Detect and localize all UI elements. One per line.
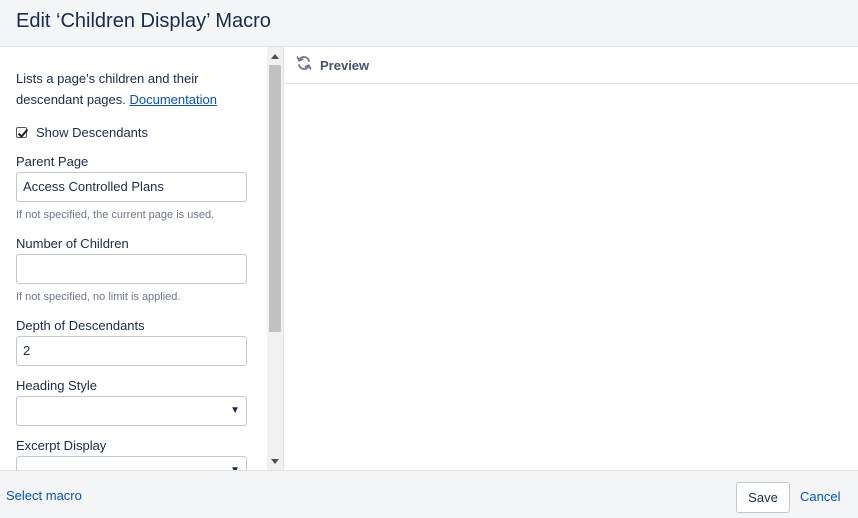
parent-page-label: Parent Page	[16, 154, 89, 169]
documentation-link[interactable]: Documentation	[130, 92, 217, 107]
check-icon	[17, 128, 29, 138]
depth-of-descendants-label: Depth of Descendants	[16, 318, 145, 333]
number-of-children-label: Number of Children	[16, 236, 129, 251]
preview-toolbar[interactable]: Preview	[285, 47, 858, 84]
dialog-footer: Select macro Save Cancel	[0, 470, 858, 518]
macro-parameters-panel: Lists a page's children and their descen…	[0, 47, 284, 470]
scroll-up-arrow-icon[interactable]	[267, 49, 283, 63]
scroll-down-arrow-icon[interactable]	[267, 454, 283, 468]
macro-description: Lists a page's children and their descen…	[16, 68, 256, 110]
parent-page-input[interactable]: Access Controlled Plans	[16, 172, 247, 202]
parameters-scrollbar[interactable]	[267, 47, 283, 470]
show-descendants-checkbox[interactable]	[16, 126, 29, 138]
select-macro-link[interactable]: Select macro	[6, 488, 82, 503]
number-of-children-hint: If not specified, no limit is applied.	[16, 291, 181, 303]
refresh-icon[interactable]	[296, 55, 312, 76]
heading-style-select[interactable]: ▼	[16, 396, 247, 426]
parent-page-hint: If not specified, the current page is us…	[16, 209, 215, 221]
show-descendants-label: Show Descendants	[36, 124, 149, 140]
excerpt-display-label: Excerpt Display	[16, 438, 107, 453]
excerpt-display-select[interactable]: ▼	[16, 456, 247, 470]
scrollbar-thumb[interactable]	[269, 65, 281, 332]
dropdown-arrow-icon: ▼	[230, 457, 240, 470]
dropdown-arrow-icon: ▼	[230, 405, 240, 416]
show-descendants-row[interactable]: Show Descendants	[16, 123, 148, 141]
number-of-children-input[interactable]	[16, 254, 247, 284]
heading-style-label: Heading Style	[16, 378, 97, 393]
dialog-title: Edit ‘Children Display’ Macro	[16, 10, 271, 32]
dialog-header: Edit ‘Children Display’ Macro	[0, 0, 858, 47]
save-button[interactable]: Save	[736, 482, 790, 513]
cancel-link[interactable]: Cancel	[800, 489, 840, 504]
preview-label: Preview	[320, 57, 370, 73]
depth-of-descendants-input[interactable]: 2	[16, 336, 247, 366]
preview-panel: Preview	[285, 47, 858, 470]
